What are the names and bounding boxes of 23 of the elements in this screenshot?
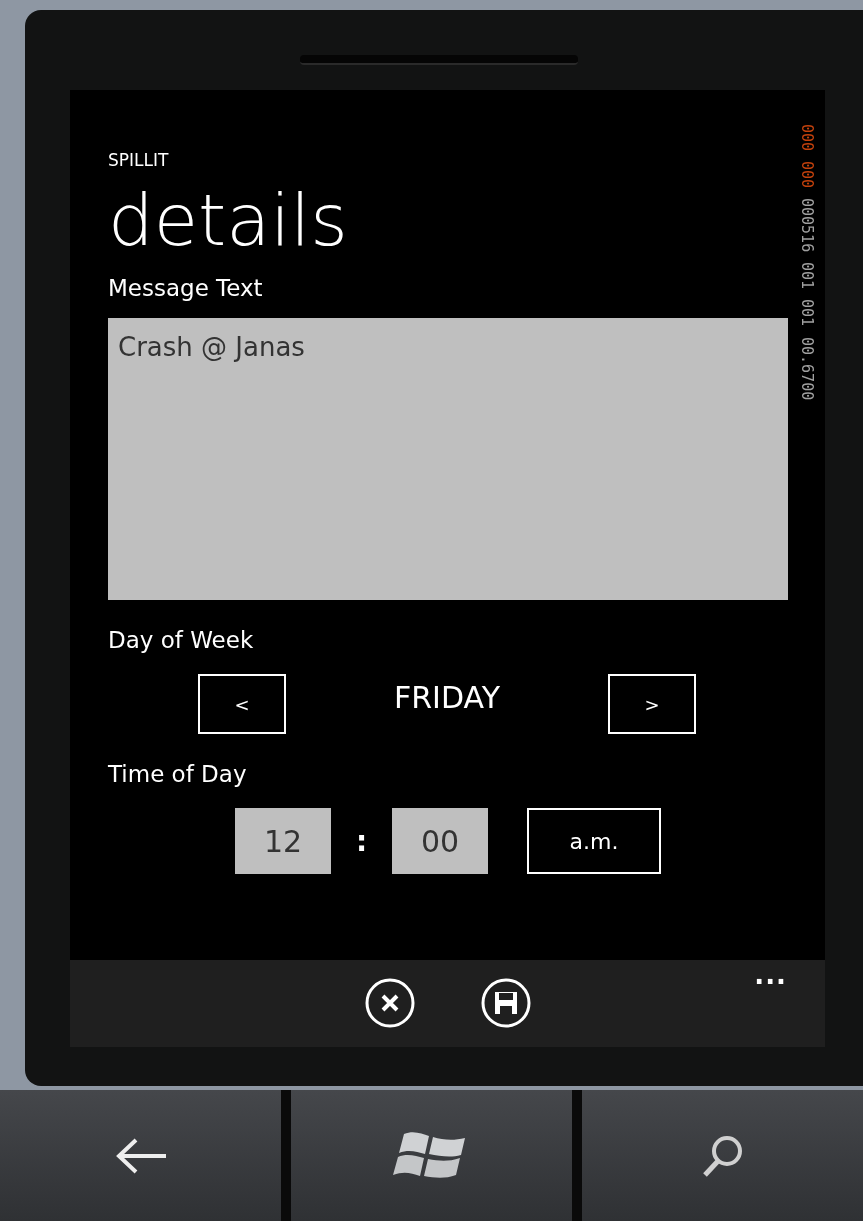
more-button[interactable]: ... <box>754 960 787 990</box>
close-icon <box>364 978 415 1028</box>
page-title: details <box>108 180 349 260</box>
frame-counter: 000 <box>797 124 816 152</box>
field-label: Message Text <box>108 274 264 302</box>
save-icon <box>480 978 531 1028</box>
app-title: SPILLIT <box>108 150 170 170</box>
message-text-field[interactable]: Crash @ Janas <box>108 318 788 600</box>
am-pm-button[interactable]: a.m. <box>527 808 661 874</box>
next-day-button[interactable]: > <box>608 674 696 734</box>
frame-counter: 00.6700 <box>797 336 816 400</box>
frame-counter: 001 <box>797 299 816 327</box>
field-label: Time of Day <box>108 760 248 788</box>
frame-counter: 001 <box>797 262 816 290</box>
frame-counter: 000 <box>797 161 816 189</box>
hour-field[interactable]: 12 <box>235 808 331 874</box>
time-separator: : <box>354 824 369 858</box>
day-value: FRIDAY <box>392 679 501 715</box>
previous-day-button[interactable]: < <box>198 674 286 734</box>
minute-field[interactable]: 00 <box>392 808 488 874</box>
frame-counter: 000516 <box>797 198 816 253</box>
hardware-key[interactable] <box>291 1090 572 1221</box>
field-label: Day of Week <box>108 626 255 654</box>
